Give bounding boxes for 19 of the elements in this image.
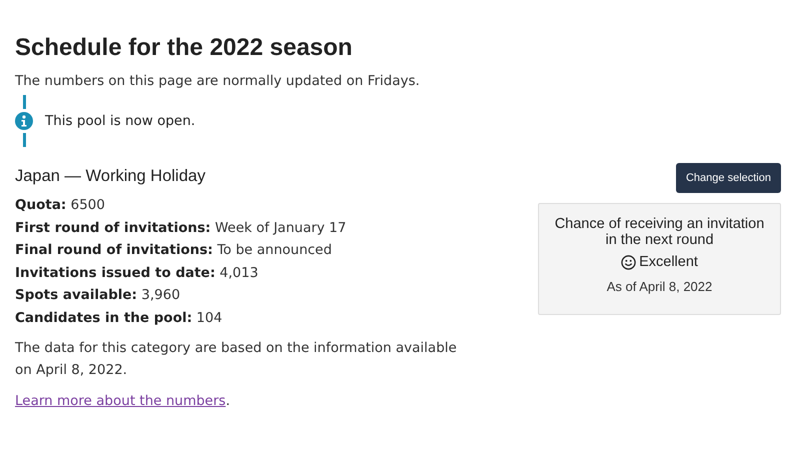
learn-more-sentence: Learn more about the numbers. xyxy=(15,393,231,409)
rating-text: Excellent xyxy=(639,254,698,270)
category-heading: Japan — Working Holiday xyxy=(15,167,206,186)
smiley-icon xyxy=(621,254,636,270)
learn-more-link[interactable]: Learn more about the numbers xyxy=(15,393,226,409)
fact-line: Quota: 6500 xyxy=(15,196,106,215)
fact-line: Invitations issued to date: 4,013 xyxy=(15,264,260,282)
page-title: Schedule for the 2022 season xyxy=(15,34,354,62)
notice-text: This pool is now open. xyxy=(45,113,196,129)
fact-line: Final round of invitations: To be announced xyxy=(15,241,333,260)
info-icon xyxy=(15,112,33,130)
fact-line: Candidates in the pool: 104 xyxy=(15,308,224,328)
data-note: The data for this category are based on the information available on April 8, 2022. xyxy=(15,339,458,380)
fact-line: First round of invitations: Week of January 17 xyxy=(15,218,348,238)
fact-line: Spots available: 3,960 xyxy=(15,286,182,305)
intro-text: The numbers on this page are normally updated on Fridays. xyxy=(15,73,421,89)
change-selection-button[interactable]: Change selection xyxy=(676,163,781,193)
as-of-date: As of April 8, 2022 xyxy=(606,279,714,294)
chance-heading: Chance of receiving an invitation in the next round xyxy=(554,216,766,248)
